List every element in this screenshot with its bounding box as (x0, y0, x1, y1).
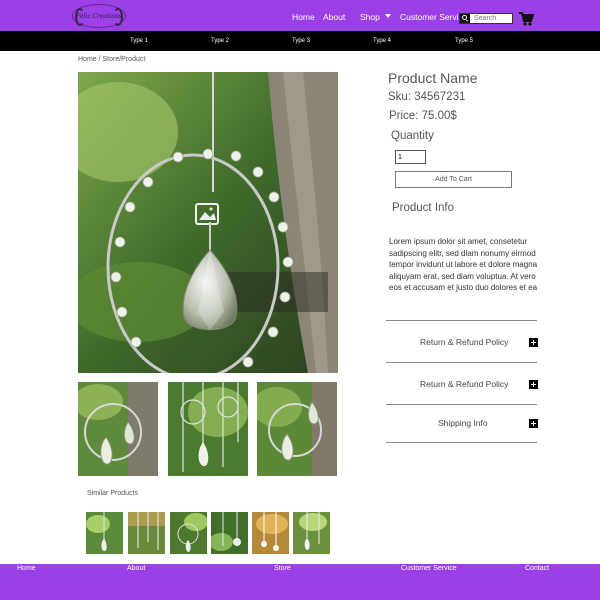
top-bar: Feliz Creations Home About Shop Customer… (0, 0, 600, 31)
category-type-1[interactable]: Type 1 (130, 38, 148, 44)
nav-about[interactable]: About (323, 12, 345, 22)
category-type-5[interactable]: Type 5 (455, 38, 473, 44)
divider (386, 442, 537, 443)
search-input[interactable] (470, 15, 510, 22)
similar-products-title: Similar Products (87, 490, 138, 497)
breadcrumb[interactable]: Home / Store/Product (78, 56, 145, 63)
similar-product-thumbnail[interactable] (252, 512, 289, 554)
footer-home-link[interactable]: Home (17, 565, 36, 572)
product-sku: Sku: 34567231 (388, 91, 466, 103)
nav-home[interactable]: Home (292, 12, 315, 22)
category-type-3[interactable]: Type 3 (292, 38, 310, 44)
accordion-return-policy[interactable]: Return & Refund Policy (386, 335, 538, 351)
laurel-left-icon (75, 8, 85, 26)
plus-icon[interactable] (529, 419, 538, 428)
accordion-shipping-info[interactable]: Shipping Info (386, 416, 538, 432)
product-description: Lorem ipsum dolor sit amet, consetetur s… (389, 237, 538, 292)
divider (386, 320, 537, 321)
similar-product-thumbnail[interactable] (293, 512, 330, 554)
product-name: Product Name (388, 70, 478, 86)
divider (386, 404, 537, 405)
product-info-title: Product Info (392, 202, 455, 214)
product-thumbnail[interactable] (257, 382, 337, 476)
similar-product-thumbnail[interactable] (128, 512, 165, 554)
divider (386, 362, 537, 363)
accordion-label: Return & Refund Policy (420, 379, 509, 389)
accordion-return-policy[interactable]: Return & Refund Policy (386, 377, 538, 393)
chevron-down-icon[interactable] (385, 14, 391, 18)
footer-contact-link[interactable]: Contact (525, 565, 549, 572)
main-product-image[interactable] (78, 72, 338, 373)
product-price: Price: 75.00$ (389, 110, 457, 122)
footer-about-link[interactable]: About (127, 565, 145, 572)
category-type-4[interactable]: Type 4 (373, 38, 391, 44)
footer-customer-service-link[interactable]: Customer Service (401, 565, 457, 572)
product-thumbnail[interactable] (168, 382, 248, 476)
cart-icon[interactable] (518, 11, 534, 27)
nav-customer-service[interactable]: Customer Service (400, 12, 468, 22)
nav-shop[interactable]: Shop (360, 12, 380, 22)
brand-logo[interactable]: Feliz Creations (72, 4, 126, 28)
similar-product-thumbnail[interactable] (211, 512, 248, 554)
category-type-2[interactable]: Type 2 (211, 38, 229, 44)
similar-product-thumbnail[interactable] (86, 512, 123, 554)
category-bar: Type 1 Type 2 Type 3 Type 4 Type 5 (0, 31, 600, 51)
quantity-label: Quantity (391, 130, 434, 142)
footer-store-link[interactable]: Store (274, 565, 291, 572)
footer: Home About Store Customer Service Contac… (0, 564, 600, 600)
search-icon[interactable] (460, 14, 470, 23)
accordion-label: Return & Refund Policy (420, 337, 509, 347)
accordion-label: Shipping Info (438, 418, 488, 428)
search-box[interactable] (459, 13, 513, 24)
product-thumbnail[interactable] (78, 382, 158, 476)
quantity-input[interactable] (395, 150, 426, 164)
similar-product-thumbnail[interactable] (170, 512, 207, 554)
plus-icon[interactable] (529, 380, 538, 389)
laurel-right-icon (113, 8, 123, 26)
plus-icon[interactable] (529, 338, 538, 347)
add-to-cart-button[interactable]: Add To Cart (395, 171, 512, 188)
